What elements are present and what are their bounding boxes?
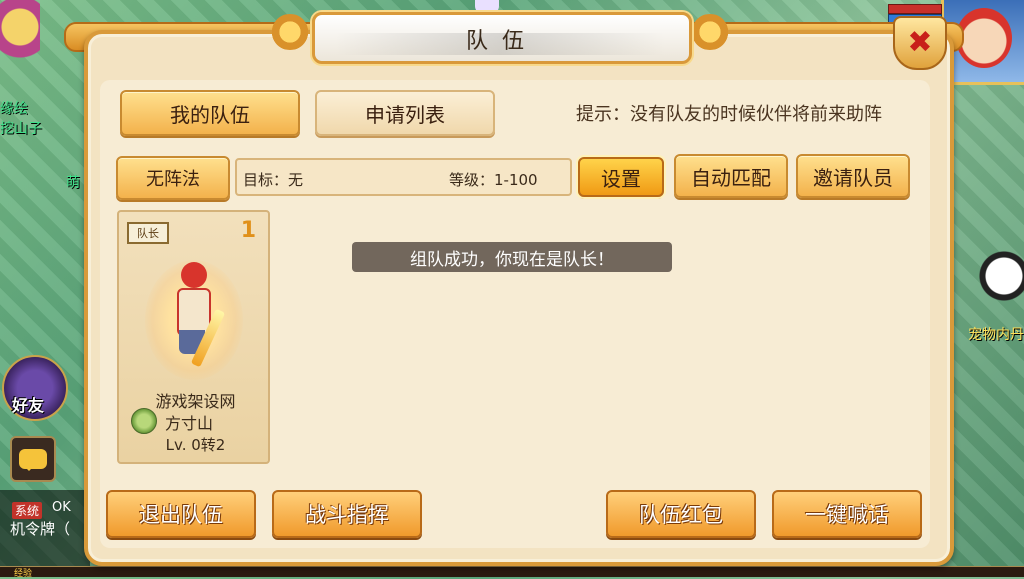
close-icon: ✖ <box>907 25 933 60</box>
chat-line: 机令牌（ <box>10 520 71 538</box>
member-sect: 方寸山 <box>165 414 214 433</box>
npc-name-label: 缘绘 <box>0 101 28 117</box>
friend-label[interactable]: 好友 <box>12 392 44 416</box>
cloud-ornament-icon <box>266 14 314 50</box>
auto-match-button[interactable]: 自动匹配 <box>674 154 788 198</box>
avatar-portrait <box>956 8 1012 68</box>
invite-member-button[interactable]: 邀请队员 <box>796 154 910 198</box>
tab-my-team[interactable]: 我的队伍 <box>120 90 300 136</box>
pet-label: 宠物内丹 <box>968 327 1024 343</box>
settings-button[interactable]: 设置 <box>578 157 664 197</box>
chat-system-tag: 系统 <box>12 502 43 519</box>
leader-badge: 队长 <box>127 222 169 244</box>
chat-icon <box>19 449 47 471</box>
level-range-label: 等级：1-100 <box>449 171 538 189</box>
chat-system-text: OK <box>52 500 71 515</box>
target-label: 目标：无 <box>243 171 304 189</box>
hint-text: 提示：没有队友的时候伙伴将前来助阵 <box>576 104 882 125</box>
character-head <box>181 262 207 288</box>
member-level: Lv. 0转2 <box>165 436 226 454</box>
pet-sprite[interactable] <box>974 248 1024 318</box>
team-member-card[interactable]: 队长 1 游戏架设网 方寸山 Lv. 0转2 <box>117 210 270 464</box>
npc-sprite[interactable] <box>0 0 40 90</box>
npc-partial-label: 萌 <box>66 175 80 191</box>
target-info-box: 目标：无 等级：1-100 <box>235 158 572 196</box>
exp-bar <box>0 566 1024 577</box>
team-red-packet-button[interactable]: 队伍红包 <box>606 490 756 538</box>
one-click-shout-button[interactable]: 一键喊话 <box>772 490 922 538</box>
formation-button[interactable]: 无阵法 <box>116 156 230 200</box>
dialog-title: 队伍 <box>465 29 538 54</box>
battle-command-button[interactable]: 战斗指挥 <box>272 490 422 538</box>
leave-team-button[interactable]: 退出队伍 <box>106 490 256 538</box>
close-button[interactable]: ✖ <box>893 16 947 70</box>
exp-label: 经验 <box>14 569 33 579</box>
slot-number: 1 <box>240 218 256 243</box>
chat-button[interactable] <box>10 436 56 482</box>
toast-message: 组队成功，你现在是队长！ <box>352 242 672 272</box>
tab-apply-list[interactable]: 申请列表 <box>315 90 495 136</box>
cloud-ornament-icon <box>686 14 734 50</box>
sect-icon <box>131 408 157 434</box>
title-plate: 队伍 <box>312 12 692 64</box>
hp-bar <box>888 4 942 14</box>
npc-title-label: 挖山子 <box>0 121 42 137</box>
